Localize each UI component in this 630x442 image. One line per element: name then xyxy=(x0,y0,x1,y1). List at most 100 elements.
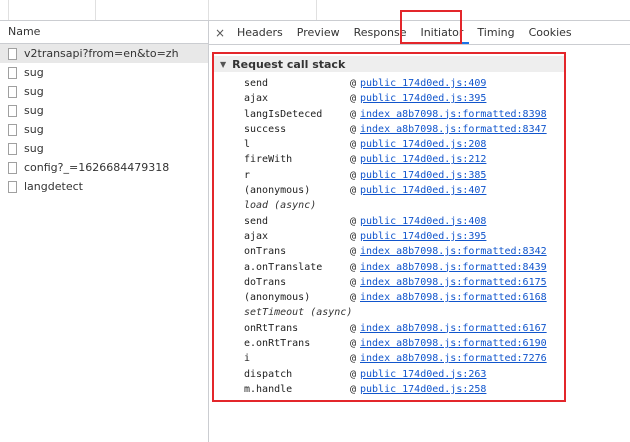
stack-frame: ajax @ public 174d0ed.js:395 xyxy=(244,229,574,244)
at-symbol: @ xyxy=(350,383,357,395)
initiator-highlight-box xyxy=(400,10,462,44)
stack-frame: onRtTrans @ index a8b7098.js:formatted:616… xyxy=(244,321,574,336)
request-row[interactable]: sug xyxy=(0,120,208,139)
at-symbol: @ xyxy=(350,261,357,273)
source-location-link[interactable]: public 174d0ed.js:408 xyxy=(360,214,486,229)
source-location-link[interactable]: index a8b7098.js:formatted:6175 xyxy=(360,275,547,290)
source-location-link[interactable]: public 174d0ed.js:395 xyxy=(360,229,486,244)
frame-function-name: onTrans xyxy=(244,246,287,258)
at-symbol: @ xyxy=(350,169,357,181)
frame-function-name: m.handle xyxy=(244,383,293,395)
async-separator: setTimeout (async) xyxy=(244,307,353,319)
stack-frame: send @ public 174d0ed.js:409 xyxy=(244,76,574,91)
at-symbol: @ xyxy=(350,246,357,258)
stack-frame: ajax @ public 174d0ed.js:395 xyxy=(244,91,574,106)
call-stack-frames: send @ public 174d0ed.js:409 ajax @ public 17… xyxy=(244,76,574,397)
file-icon xyxy=(8,123,17,136)
stack-frame: (anonymous) @ public 174d0ed.js:407 xyxy=(244,183,574,198)
at-symbol: @ xyxy=(350,353,357,365)
stack-frame: i @ index a8b7098.js:formatted:7276 xyxy=(244,351,574,366)
request-name: langdetect xyxy=(24,180,83,193)
source-location-link[interactable]: index a8b7098.js:formatted:8347 xyxy=(360,122,547,137)
frame-function-name: success xyxy=(244,123,287,135)
at-symbol: @ xyxy=(350,139,357,151)
request-name: sug xyxy=(24,66,44,79)
request-name: config?_=1626684479318 xyxy=(24,161,170,174)
at-symbol: @ xyxy=(350,368,357,380)
request-row[interactable]: config?_=1626684479318 xyxy=(0,158,208,177)
frame-function-name: ajax xyxy=(244,93,269,105)
frame-function-name: e.onRtTrans xyxy=(244,338,311,350)
request-name: v2transapi?from=en&to=zh xyxy=(24,47,179,60)
file-icon xyxy=(8,161,17,174)
tab-cookies[interactable]: Cookies xyxy=(523,21,578,44)
source-location-link[interactable]: public 174d0ed.js:212 xyxy=(360,152,486,167)
frame-function-name: l xyxy=(244,139,251,151)
frame-function-name: i xyxy=(244,353,251,365)
stack-frame: send @ public 174d0ed.js:408 xyxy=(244,214,574,229)
toolbar-divider xyxy=(316,0,317,20)
request-row[interactable]: sug xyxy=(0,82,208,101)
stack-frame: a.onTranslate @ index a8b7098.js:formatted… xyxy=(244,260,574,275)
close-details-icon[interactable]: × xyxy=(209,26,231,40)
request-row[interactable]: sug xyxy=(0,101,208,120)
frame-function-name: onRtTrans xyxy=(244,322,299,334)
toolbar-divider xyxy=(95,0,96,20)
source-location-link[interactable]: index a8b7098.js:formatted:6168 xyxy=(360,290,547,305)
source-location-link[interactable]: index a8b7098.js:formatted:6167 xyxy=(360,321,547,336)
frame-function-name: send xyxy=(244,78,269,89)
stack-frame: e.onRtTrans @ index a8b7098.js:formatted:6… xyxy=(244,336,574,351)
source-location-link[interactable]: public 174d0ed.js:258 xyxy=(360,382,486,397)
request-list-panel: Name v2transapi?from=en&to=zh sug sug sug su… xyxy=(0,21,209,442)
source-location-link[interactable]: public 174d0ed.js:208 xyxy=(360,137,486,152)
at-symbol: @ xyxy=(350,276,357,288)
frame-function-name: fireWith xyxy=(244,154,293,166)
top-toolbar-strip xyxy=(0,0,630,21)
request-name: sug xyxy=(24,85,44,98)
async-separator: load (async) xyxy=(244,200,317,212)
request-name: sug xyxy=(24,142,44,155)
stack-frame: (anonymous) @ index a8b7098.js:formatted:6… xyxy=(244,290,574,305)
source-location-link[interactable]: index a8b7098.js:formatted:6190 xyxy=(360,336,547,351)
request-row[interactable]: v2transapi?from=en&to=zh xyxy=(0,44,208,63)
at-symbol: @ xyxy=(350,123,357,135)
toolbar-divider xyxy=(8,0,9,20)
at-symbol: @ xyxy=(350,215,357,227)
source-location-link[interactable]: index a8b7098.js:formatted:7276 xyxy=(360,351,547,366)
tab-preview[interactable]: Preview xyxy=(291,21,346,44)
stack-frame: langIsDeteced @ index a8b7098.js:formatted… xyxy=(244,107,574,122)
stack-frame: fireWith @ public 174d0ed.js:212 xyxy=(244,152,574,167)
request-row[interactable]: sug xyxy=(0,139,208,158)
file-icon xyxy=(8,142,17,155)
stack-frame: dispatch @ public 174d0ed.js:263 xyxy=(244,367,574,382)
source-location-link[interactable]: index a8b7098.js:formatted:8398 xyxy=(360,107,547,122)
at-symbol: @ xyxy=(350,108,357,120)
stack-frame: l @ public 174d0ed.js:208 xyxy=(244,137,574,152)
frame-function-name: ajax xyxy=(244,230,269,242)
file-icon xyxy=(8,47,17,60)
request-row[interactable]: sug xyxy=(0,63,208,82)
source-location-link[interactable]: index a8b7098.js:formatted:8439 xyxy=(360,260,547,275)
frame-function-name: send xyxy=(244,215,269,227)
source-location-link[interactable]: public 174d0ed.js:409 xyxy=(360,76,486,91)
frame-function-name: r xyxy=(244,169,251,181)
source-location-link[interactable]: public 174d0ed.js:263 xyxy=(360,367,486,382)
source-location-link[interactable]: public 174d0ed.js:395 xyxy=(360,91,486,106)
frame-function-name: a.onTranslate xyxy=(244,261,323,273)
at-symbol: @ xyxy=(350,78,357,89)
tab-headers[interactable]: Headers xyxy=(231,21,289,44)
stack-frame: r @ public 174d0ed.js:385 xyxy=(244,168,574,183)
frame-function-name: doTrans xyxy=(244,276,287,288)
source-location-link[interactable]: index a8b7098.js:formatted:8342 xyxy=(360,244,547,259)
source-location-link[interactable]: public 174d0ed.js:407 xyxy=(360,183,486,198)
request-row[interactable]: langdetect xyxy=(0,177,208,196)
tab-timing[interactable]: Timing xyxy=(471,21,520,44)
stack-frame: success @ index a8b7098.js:formatted:8347 xyxy=(244,122,574,137)
frame-function-name: dispatch xyxy=(244,368,293,380)
request-name: sug xyxy=(24,104,44,117)
frame-function-name: langIsDeteced xyxy=(244,108,323,120)
name-column-header[interactable]: Name xyxy=(0,21,208,44)
file-icon xyxy=(8,66,17,79)
stack-frame: doTrans @ index a8b7098.js:formatted:6175 xyxy=(244,275,574,290)
source-location-link[interactable]: public 174d0ed.js:385 xyxy=(360,168,486,183)
